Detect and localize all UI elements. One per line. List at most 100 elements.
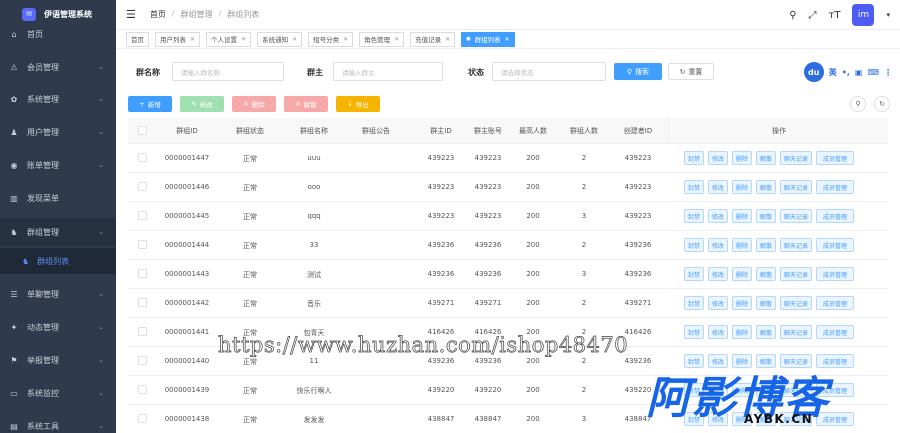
punctuation-icon[interactable]: •, <box>842 68 850 77</box>
sidebar-item[interactable]: ▭ 系统监控 ⌄ <box>0 383 116 403</box>
edit-button[interactable]: 修改 <box>708 325 728 339</box>
dissolve-button[interactable]: 解散 <box>756 238 776 252</box>
refresh-icon[interactable]: ↻ <box>874 96 890 112</box>
chat-log-button[interactable]: 聊天记录 <box>780 180 812 194</box>
member-manage-button[interactable]: 成员管理 <box>816 209 854 223</box>
delete-button[interactable]: 删除 <box>732 238 752 252</box>
sidebar-item[interactable]: ✦ 动态管理 ⌄ <box>0 317 116 337</box>
member-manage-button[interactable]: 成员管理 <box>816 296 854 310</box>
member-manage-button[interactable]: 成员管理 <box>816 151 854 165</box>
tab-item[interactable]: 首页 <box>126 31 149 47</box>
delete-button[interactable]: 删除 <box>732 209 752 223</box>
row-checkbox[interactable] <box>138 327 147 336</box>
dissolve-button[interactable]: 解散 <box>756 151 776 165</box>
ban-button[interactable]: 封禁 <box>684 238 704 252</box>
row-checkbox[interactable] <box>138 385 147 394</box>
row-checkbox[interactable] <box>138 356 147 365</box>
chevron-down-icon[interactable]: ▾ <box>886 11 890 19</box>
search-toggle-icon[interactable]: ⚲ <box>850 96 866 112</box>
dissolve-button[interactable]: 解散 <box>756 325 776 339</box>
fullscreen-icon[interactable]: ⤢ <box>809 10 817 21</box>
sidebar-item[interactable]: ▥ 发现菜单 <box>0 188 116 208</box>
ban-button[interactable]: 封禁 <box>684 267 704 281</box>
menu-toggle-icon[interactable]: ☰ <box>126 8 136 21</box>
font-size-icon[interactable]: ᴛT <box>829 10 841 21</box>
reset-button[interactable]: ↻ 重置 <box>668 63 714 80</box>
sidebar-item[interactable]: ⚠ 会员管理 ⌄ <box>0 57 116 77</box>
row-checkbox[interactable] <box>138 153 147 162</box>
edit-button[interactable]: 修改 <box>708 296 728 310</box>
sidebar-item[interactable]: ⚑ 举报管理 ⌄ <box>0 350 116 370</box>
edit-button[interactable]: ✎ 修改 <box>180 96 224 112</box>
close-icon[interactable]: ✕ <box>343 36 348 43</box>
search-button[interactable]: ⚲ 搜索 <box>614 63 662 80</box>
row-checkbox[interactable] <box>138 182 147 191</box>
tab-item[interactable]: 用户列表 ✕ <box>155 31 201 47</box>
tab-item[interactable]: 个人设置 ✕ <box>206 31 252 47</box>
dissolve-button[interactable]: 解散 <box>756 296 776 310</box>
dissolve-button[interactable]: 解散 <box>756 267 776 281</box>
chat-log-button[interactable]: 聊天记录 <box>780 296 812 310</box>
tab-item[interactable]: 角色管理 ✕ <box>359 31 405 47</box>
close-icon[interactable]: ✕ <box>190 36 195 43</box>
row-checkbox[interactable] <box>138 269 147 278</box>
row-checkbox[interactable] <box>138 211 147 220</box>
tab-item[interactable]: ● 群组列表 ✕ <box>461 31 515 47</box>
row-checkbox[interactable] <box>138 414 147 423</box>
ban-button[interactable]: 封禁 <box>684 180 704 194</box>
group-name-input[interactable]: 请输入群名称 <box>172 62 284 81</box>
member-manage-button[interactable]: 成员管理 <box>816 238 854 252</box>
avatar[interactable]: im <box>852 4 875 26</box>
close-icon[interactable]: ✕ <box>394 36 399 43</box>
sidebar-item[interactable]: ▤ 系统工具 ⌄ <box>0 416 116 433</box>
sidebar-item[interactable]: ✿ 系统管理 ⌄ <box>0 89 116 109</box>
close-icon[interactable]: ✕ <box>445 36 450 43</box>
select-all-checkbox[interactable] <box>138 126 147 135</box>
sidebar-item[interactable]: ◉ 账单管理 ⌄ <box>0 155 116 175</box>
row-checkbox[interactable] <box>138 298 147 307</box>
breadcrumb-home[interactable]: 首页 <box>150 9 166 20</box>
chat-log-button[interactable]: 聊天记录 <box>780 151 812 165</box>
export-button[interactable]: ↓ 导出 <box>336 96 380 112</box>
close-icon[interactable]: ✕ <box>292 36 297 43</box>
edit-button[interactable]: 修改 <box>708 267 728 281</box>
more-icon[interactable]: ⋮ <box>884 68 892 77</box>
close-icon[interactable]: ✕ <box>241 36 246 43</box>
tab-item[interactable]: 系统通知 ✕ <box>257 31 303 47</box>
sidebar-item[interactable]: ♞ 群组管理 ⌄ <box>0 222 116 242</box>
add-button[interactable]: + 新增 <box>128 96 172 112</box>
keyboard-icon[interactable]: ⌨ <box>867 68 879 77</box>
sidebar-item[interactable]: ☰ 单聊管理 ⌄ <box>0 284 116 304</box>
ban-button[interactable]: 封禁 <box>684 151 704 165</box>
member-manage-button[interactable]: 成员管理 <box>816 180 854 194</box>
tab-item[interactable]: 短号分类 ✕ <box>308 31 354 47</box>
lang-toggle[interactable]: 英 <box>829 67 837 78</box>
close-icon[interactable]: ✕ <box>505 36 510 43</box>
sidebar-item[interactable]: ♟ 用户管理 ⌄ <box>0 122 116 142</box>
chat-log-button[interactable]: 聊天记录 <box>780 238 812 252</box>
edit-button[interactable]: 修改 <box>708 238 728 252</box>
member-manage-button[interactable]: 成员管理 <box>816 325 854 339</box>
delete-button[interactable]: 删除 <box>732 180 752 194</box>
tab-item[interactable]: 充值记录 ✕ <box>410 31 456 47</box>
delete-button[interactable]: 删除 <box>732 151 752 165</box>
status-select[interactable]: 请选择状态 <box>492 62 606 81</box>
edit-button[interactable]: 修改 <box>708 180 728 194</box>
member-manage-button[interactable]: 成员管理 <box>816 267 854 281</box>
delete-button[interactable]: ✕ 删除 <box>232 96 276 112</box>
edit-button[interactable]: 修改 <box>708 209 728 223</box>
dissolve-button[interactable]: 解散 <box>756 209 776 223</box>
chat-log-button[interactable]: 聊天记录 <box>780 209 812 223</box>
sidebar-item[interactable]: ⌂ 首页 <box>0 24 116 44</box>
skin-icon[interactable]: ▣ <box>855 68 863 77</box>
edit-button[interactable]: 修改 <box>708 151 728 165</box>
ban-button[interactable]: 封禁 <box>684 209 704 223</box>
sidebar-subitem-group-list[interactable]: ♞ 群组列表 <box>0 248 116 274</box>
dissolve-button[interactable]: 解散 <box>756 180 776 194</box>
search-icon[interactable]: ⚲ <box>789 10 796 21</box>
chat-log-button[interactable]: 聊天记录 <box>780 267 812 281</box>
dissolve-button[interactable]: ✕ 解散 <box>284 96 328 112</box>
ban-button[interactable]: 封禁 <box>684 296 704 310</box>
owner-input[interactable]: 请输入群主 <box>333 62 443 81</box>
delete-button[interactable]: 删除 <box>732 325 752 339</box>
